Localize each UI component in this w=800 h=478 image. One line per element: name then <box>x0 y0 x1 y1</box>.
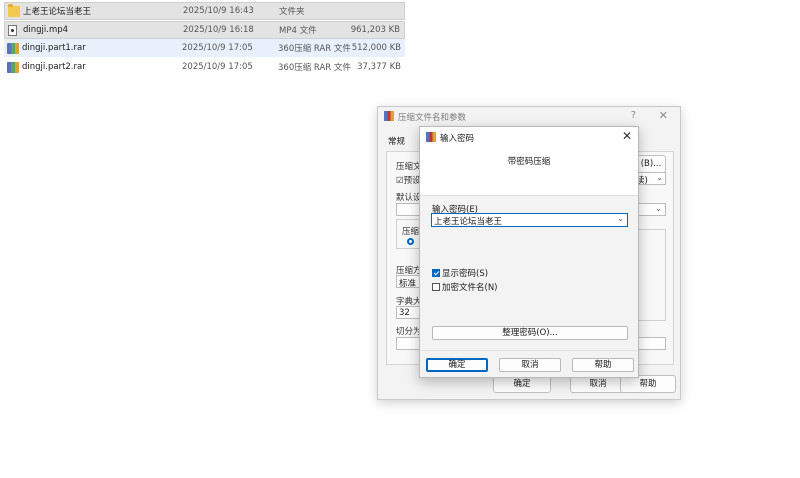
file-size: 512,000 KB <box>351 43 401 53</box>
format-radio[interactable] <box>407 238 414 245</box>
checkbox-unchecked-icon <box>432 283 440 291</box>
file-date: 2025/10/9 16:43 <box>183 6 254 16</box>
archive-option-label[interactable]: ☑预设 <box>396 174 421 186</box>
encrypt-filenames-label: 加密文件名(N) <box>442 283 498 293</box>
enter-password-dialog: 输入密码 ✕ 带密码压缩 输入密码(E) 上老王论坛当老王 ⌄ 显示密码(S) … <box>419 126 639 378</box>
dialog-title: 输入密码 <box>440 134 475 144</box>
file-date: 2025/10/9 17:05 <box>182 43 253 53</box>
file-type: 360压缩 RAR 文件 <box>278 44 351 54</box>
help-icon[interactable]: ? <box>631 110 636 121</box>
show-password-checkbox[interactable]: 显示密码(S) <box>432 268 489 279</box>
dialog-titlebar[interactable]: 输入密码 ✕ <box>420 127 638 147</box>
cancel-label: 取消 <box>521 360 539 370</box>
dictionary-value: 32 <box>399 308 410 318</box>
help-label: 帮助 <box>639 379 657 389</box>
tab-general[interactable]: 常规 <box>388 135 405 147</box>
file-row-mp4[interactable]: dingji.mp4 2025/10/9 16:18 MP4 文件 961,20… <box>4 21 405 39</box>
file-type: MP4 文件 <box>279 26 317 36</box>
winrar-app-icon <box>426 132 436 142</box>
file-type: 文件夹 <box>279 7 305 17</box>
chevron-down-icon: ⌄ <box>655 204 662 213</box>
ok-label: 确定 <box>513 379 531 389</box>
dialog-title: 压缩文件名和参数 <box>398 113 467 123</box>
archive-name-label: 压缩文 <box>396 162 422 172</box>
file-name: 上老王论坛当老王 <box>23 7 92 17</box>
method-value: 标准 <box>399 279 417 289</box>
close-icon[interactable]: ✕ <box>622 129 632 143</box>
browse-label: (B)... <box>640 159 662 169</box>
close-icon[interactable]: ✕ <box>659 109 668 122</box>
split-label: 切分为 <box>396 327 422 337</box>
video-file-icon <box>8 24 17 36</box>
cancel-button[interactable]: 取消 <box>499 358 561 372</box>
file-name: dingji.part1.rar <box>22 43 86 53</box>
dialog-header: 带密码压缩 <box>420 147 638 196</box>
file-size: 37,377 KB <box>357 62 401 72</box>
folder-icon <box>8 3 20 17</box>
checkbox-checked-icon <box>432 269 440 277</box>
rar-archive-icon <box>7 42 19 54</box>
browse-button[interactable]: (B)... <box>636 155 666 173</box>
ok-button[interactable]: 确定 <box>426 358 488 372</box>
file-row-part1[interactable]: dingji.part1.rar 2025/10/9 17:05 360压缩 R… <box>4 39 405 57</box>
default-settings-label: 默认设 <box>396 193 422 203</box>
file-name: dingji.part2.rar <box>22 62 86 72</box>
winrar-app-icon <box>384 111 394 121</box>
organize-passwords-label: 整理密码(O)... <box>502 328 558 338</box>
ok-label: 确定 <box>448 360 466 370</box>
encrypt-filenames-checkbox[interactable]: 加密文件名(N) <box>432 282 498 293</box>
file-date: 2025/10/9 16:18 <box>183 25 254 35</box>
header-text: 带密码压缩 <box>507 157 551 167</box>
file-row-folder[interactable]: 上老王论坛当老王 2025/10/9 16:43 文件夹 <box>4 2 405 20</box>
chevron-down-icon: ⌄ <box>656 173 663 182</box>
cancel-label: 取消 <box>589 379 607 389</box>
footer-divider <box>420 350 638 351</box>
rar-archive-icon <box>7 61 19 73</box>
help-label: 帮助 <box>594 360 612 370</box>
file-name: dingji.mp4 <box>23 25 69 35</box>
file-date: 2025/10/9 17:05 <box>182 62 253 72</box>
password-input[interactable]: 上老王论坛当老王 ⌄ <box>431 213 628 227</box>
organize-passwords-button[interactable]: 整理密码(O)... <box>432 326 628 340</box>
help-button[interactable]: 帮助 <box>572 358 634 372</box>
show-password-label: 显示密码(S) <box>442 269 489 279</box>
file-size: 961,203 KB <box>350 25 400 35</box>
file-row-part2[interactable]: dingji.part2.rar 2025/10/9 17:05 360压缩 R… <box>4 58 405 76</box>
compress-format-label: 压缩 <box>402 227 420 237</box>
password-value: 上老王论坛当老王 <box>434 217 503 227</box>
file-type: 360压缩 RAR 文件 <box>278 63 351 73</box>
chevron-down-icon[interactable]: ⌄ <box>617 214 624 223</box>
